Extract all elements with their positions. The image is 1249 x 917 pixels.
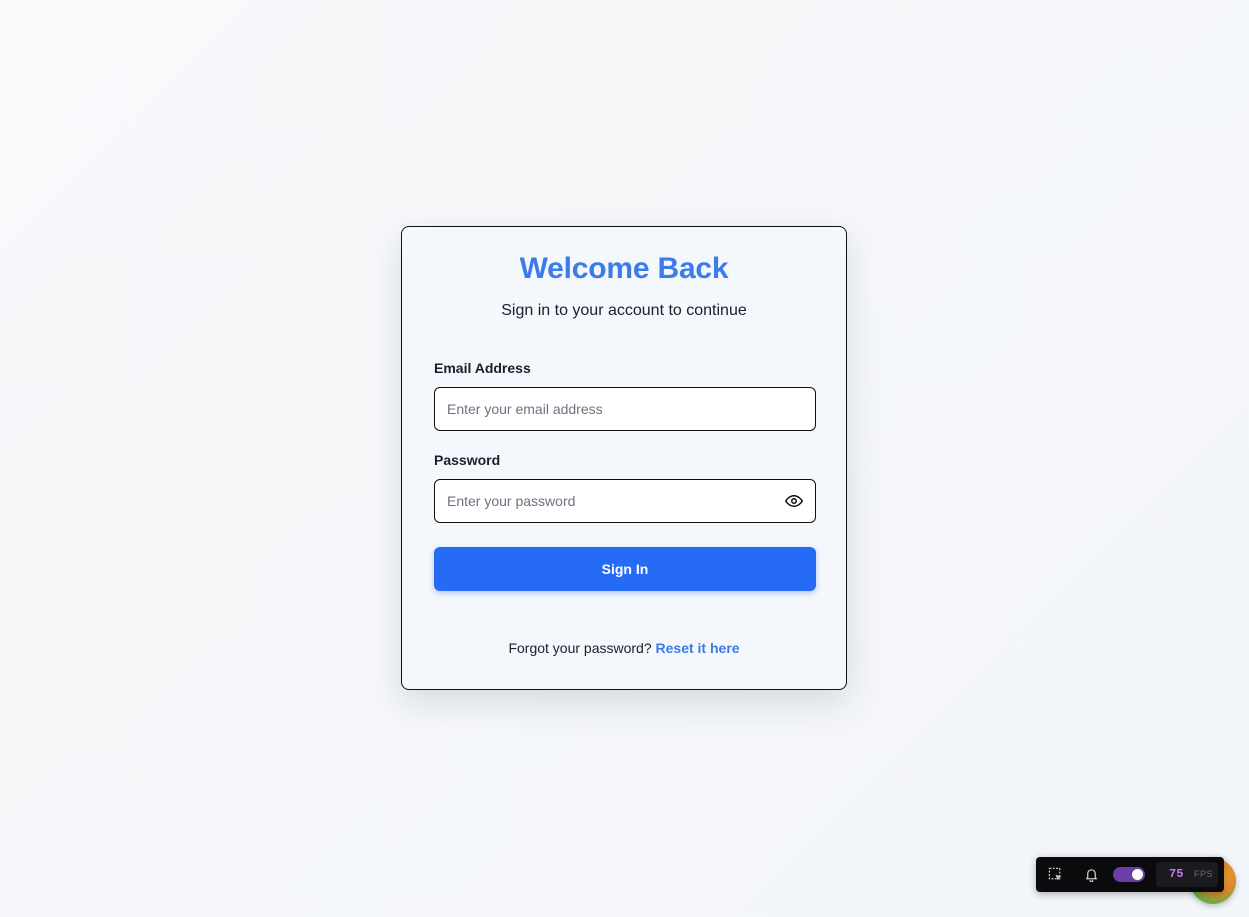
fps-unit: FPS [1194, 869, 1214, 879]
email-input[interactable] [447, 388, 767, 430]
toolbar-toggle[interactable] [1113, 867, 1145, 882]
page-title: Welcome Back [519, 252, 729, 285]
password-field[interactable] [434, 479, 816, 523]
sign-in-button[interactable]: Sign In [434, 547, 816, 591]
forgot-password-text: Forgot your password? [508, 640, 652, 656]
login-card: Welcome Back Sign in to your account to … [401, 226, 847, 690]
bell-icon[interactable] [1084, 867, 1099, 882]
page: Welcome Back Sign in to your account to … [0, 0, 1249, 917]
fps-value: 75 [1169, 867, 1184, 881]
password-label: Password [434, 452, 501, 468]
password-input[interactable] [447, 480, 767, 522]
fps-counter: 75 FPS [1156, 862, 1218, 887]
forgot-password-row: Forgot your password? Reset it here [402, 640, 846, 656]
toggle-knob [1132, 869, 1143, 880]
dev-toolbar: 75 FPS [1036, 857, 1224, 892]
eye-icon[interactable] [785, 493, 803, 509]
page-subtitle: Sign in to your account to continue [501, 302, 747, 319]
email-field[interactable] [434, 387, 816, 431]
reset-password-link[interactable]: Reset it here [656, 640, 740, 656]
email-label: Email Address [434, 360, 531, 376]
select-element-icon[interactable] [1048, 867, 1063, 882]
